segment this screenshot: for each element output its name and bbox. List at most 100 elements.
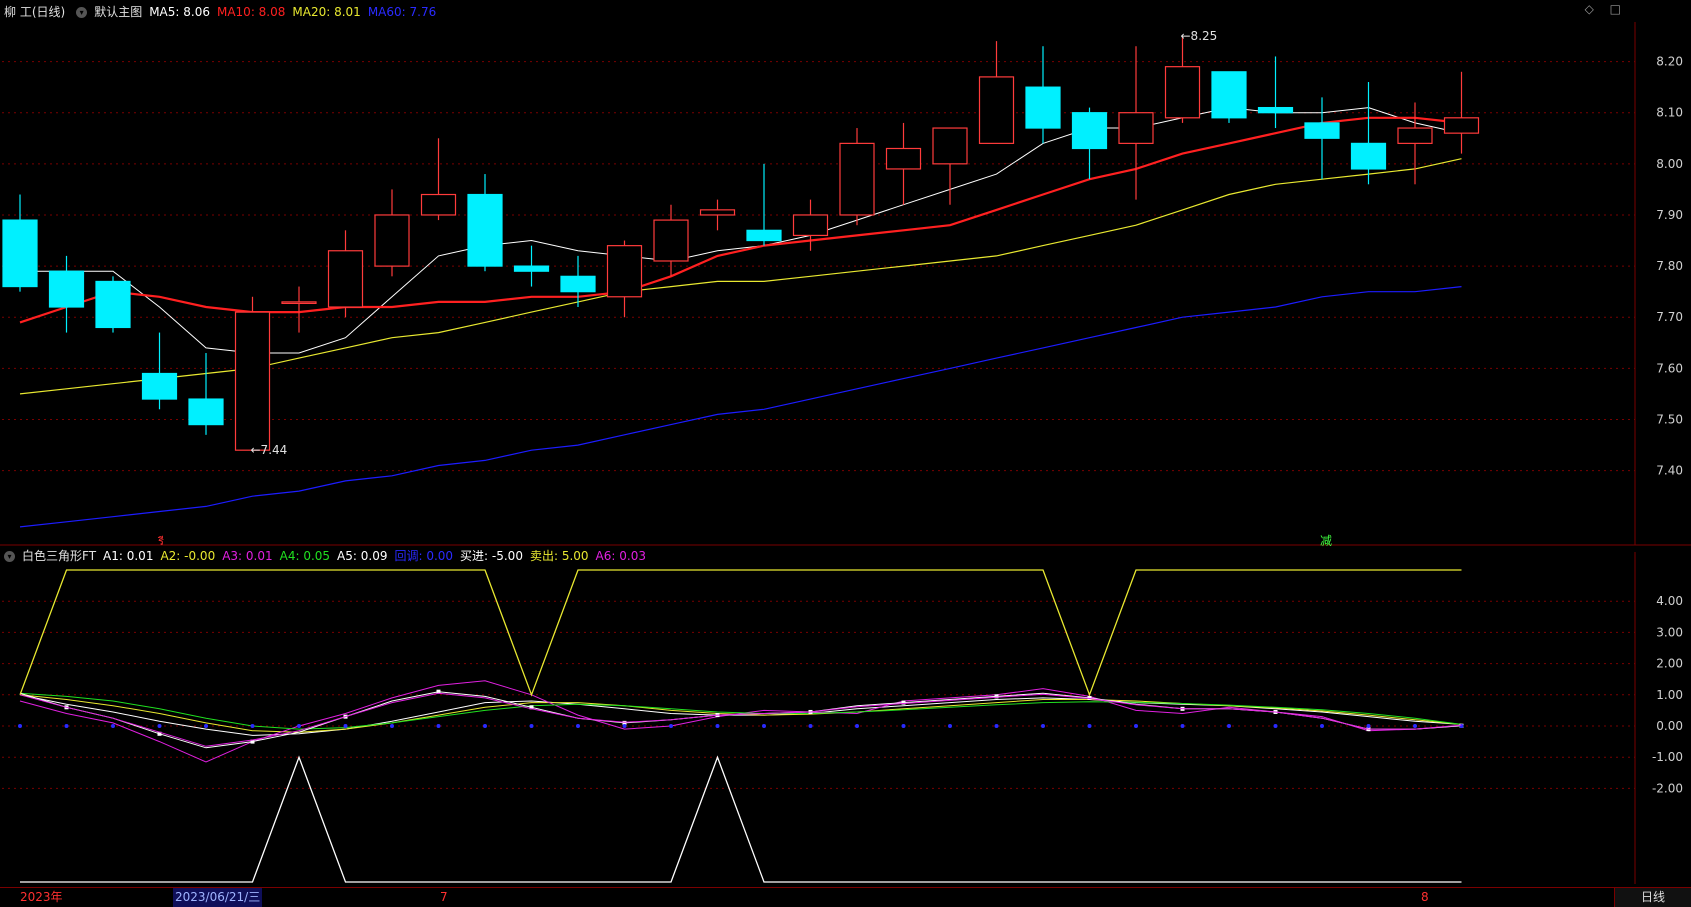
pullback-dot [762,724,766,728]
year-label: 2023年 [20,890,63,904]
indicator-tick-label: -2.00 [1652,781,1683,795]
candle-up [1118,112,1154,144]
pullback-dot [1227,724,1231,728]
period-button[interactable]: 日线 [1614,888,1691,907]
pullback-dot [18,724,22,728]
candle-up [606,245,643,298]
indicator-line-A1 [19,694,1462,736]
pullback-dot [157,724,162,728]
indicator-tick-label: 3.00 [1656,625,1683,639]
indicator-tick-label: 4.00 [1656,594,1683,608]
pullback-dot [64,724,69,728]
indicator-header: ▾ 白色三角形FT A1: 0.01 A2: -0.00 A3: 0.01 A4… [0,546,653,566]
dropdown-circle-icon[interactable]: ▾ [4,550,15,562]
ma5-value: MA5: 8.06 [149,5,210,19]
ma10-line [19,116,1462,324]
indicator-tick-label: 2.00 [1656,657,1683,671]
price-tick-label: 7.60 [1656,361,1683,375]
candle-up [327,250,364,308]
price-tick-label: 8.00 [1656,157,1683,171]
diamond-icon[interactable]: ◇ [1585,2,1594,16]
candle-up [1443,117,1480,134]
ma60-value: MA60: 7.76 [367,5,437,19]
chart-template-name[interactable]: 默认主图 [94,2,142,22]
candle-up [281,301,317,304]
indicator-tick-label: 1.00 [1656,688,1683,702]
candle-up [792,214,829,237]
price-tick-label: 8.10 [1656,106,1683,120]
indicator-line-A3 [19,680,1462,763]
time-axis: 2023年 2023/06/21/三 7 8 日线 [0,887,1691,907]
indicator-tick-label: 0.00 [1656,719,1683,733]
window-icon[interactable]: □ [1610,2,1621,16]
pullback-dot [669,724,673,728]
chart-canvas[interactable]: ←7.44 ←8.25 8.20 8.10 8.00 7.90 7.80 7.70 7.60 7… [0,0,1691,906]
sub-grid [2,552,1636,884]
pullback-dot [1366,724,1371,728]
a6-value: A6: 0.03 [595,549,646,563]
candle-down [1257,106,1294,114]
top-right-tools: ◇ □ [1573,2,1621,16]
dropdown-circle-icon[interactable]: ▾ [76,6,88,18]
pullback-dot [1134,724,1138,728]
high-price-label: ←8.25 [1181,29,1218,43]
a3-value: A3: 0.01 [222,549,273,563]
pullback-dot [994,724,999,728]
indicator-line-A5 [19,691,1462,749]
candle-down [95,280,131,329]
pullback-dot [1413,724,1417,728]
price-tick-label: 7.90 [1656,208,1683,222]
signal-marker-green: 减 [1320,534,1332,548]
pullback-dot [436,724,441,728]
pullback-dot [1041,724,1045,728]
indicator-tick-label: -1.00 [1652,750,1683,764]
main-price-axis: 8.20 8.10 8.00 7.90 7.80 7.70 7.60 7.50 7.40 [1656,55,1683,478]
a4-value: A4: 0.05 [279,549,331,563]
pullback-dot [855,724,859,728]
price-tick-label: 7.70 [1656,310,1683,324]
main-price-chart[interactable]: ←7.44 ←8.25 [2,29,1480,528]
pullback-dot [529,724,534,728]
indicator-line-A6 [19,692,1462,747]
candle-up [932,127,968,165]
candle-down [1304,122,1340,139]
candle-down [188,398,224,426]
main-chart-header: 柳 工(日线) ▾ 默认主图 MA5: 8.06 MA10: 8.08 MA20… [0,2,443,22]
pullback-dot [576,724,580,728]
selected-date[interactable]: 2023/06/21/三 [173,888,263,907]
candle-down [513,265,550,272]
candle-down [560,275,596,293]
sell-value: 卖出: 5.00 [529,549,589,563]
pullback-dot [1180,724,1185,728]
candle-down [1071,112,1108,150]
a5-value: A5: 0.09 [337,549,388,563]
pullback-dot [1087,724,1092,728]
candle-up [978,76,1015,144]
pullback-dot [250,724,255,728]
candle-up [1397,127,1433,144]
pullback-dot [483,724,487,728]
pullback-dot [715,724,720,728]
main-grid [0,22,1691,546]
stock-title[interactable]: 柳 工(日线) [4,2,65,22]
price-tick-label: 7.50 [1656,413,1683,427]
candle-up [699,209,736,216]
month-7-label: 7 [440,890,448,904]
candle-up [374,214,410,267]
price-tick-label: 8.20 [1656,55,1683,69]
indicator-line-买进 [20,755,1462,883]
ma10-value: MA10: 8.08 [216,5,286,19]
candle-up [420,193,457,216]
month-8-label: 8 [1421,890,1429,904]
candle-down [1211,71,1247,119]
pullback-dot [390,724,394,728]
pullback-dot [808,724,813,728]
a2-value: A2: -0.00 [160,549,216,563]
candle-down [746,229,782,242]
candle-down [1025,86,1061,129]
indicator-name[interactable]: 白色三角形FT [22,546,96,566]
pullback-value: 回调: 0.00 [394,549,454,563]
indicator-axis: 4.00 3.00 2.00 1.00 0.00 -1.00 -2.00 [1652,594,1683,795]
pullback-dot [901,724,906,728]
candle-down [48,270,85,308]
